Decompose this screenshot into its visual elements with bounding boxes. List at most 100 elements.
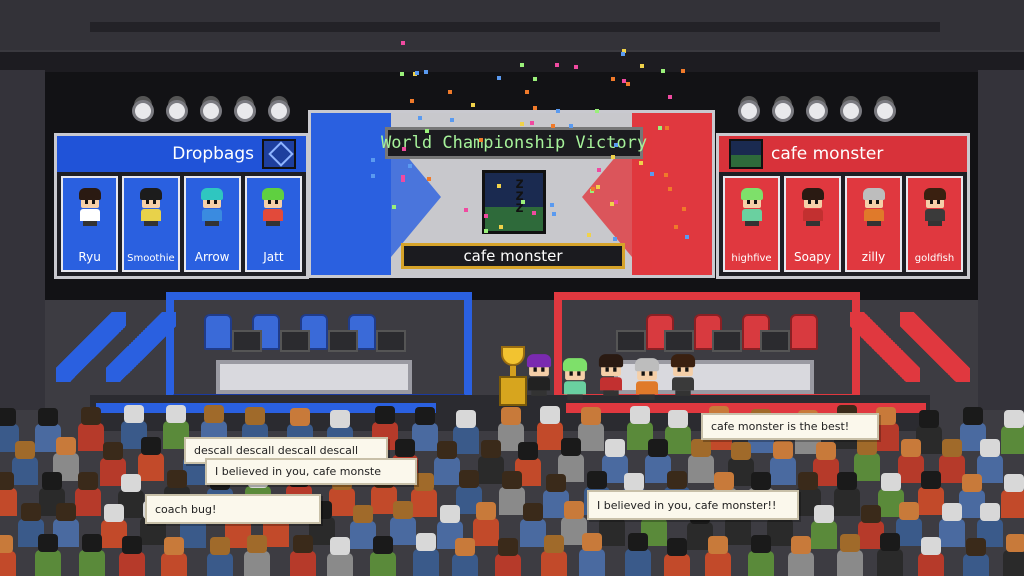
monitor <box>712 330 742 352</box>
confetti-piece <box>681 69 686 74</box>
confetti-piece <box>409 98 414 103</box>
player-name: Ryu <box>78 250 101 264</box>
team-header: Dropbags <box>57 136 306 172</box>
confetti-piece <box>484 228 489 233</box>
confetti-piece <box>408 164 413 169</box>
chat-bubble: I believed in you, cafe monster!! <box>587 490 799 520</box>
confetti-piece <box>555 62 560 67</box>
crowd-fan <box>834 472 860 516</box>
monitor <box>328 330 358 352</box>
player-card: highfive <box>723 176 780 272</box>
crowd-fan <box>290 535 316 576</box>
confetti-piece <box>478 137 483 142</box>
player-sprite <box>739 188 765 226</box>
player-name: Soapy <box>793 250 832 264</box>
player-sprite <box>597 354 626 396</box>
player-card: Ryu <box>61 176 119 272</box>
confetti-piece <box>423 69 428 74</box>
trophy-icon <box>499 346 527 406</box>
monitor <box>664 330 694 352</box>
confetti-piece <box>483 214 488 219</box>
player-sprite <box>77 188 103 226</box>
monitor <box>616 330 646 352</box>
confetti-piece <box>595 109 600 114</box>
player-card: goldfish <box>906 176 963 272</box>
crowd-fan <box>541 535 567 576</box>
confetti-piece <box>463 207 468 212</box>
confetti-piece <box>551 123 556 128</box>
monitor <box>232 330 262 352</box>
player-name: Jatt <box>263 250 284 264</box>
player-name: Arrow <box>194 250 230 264</box>
crowd-fan <box>370 536 396 576</box>
confetti-piece <box>470 103 475 108</box>
stage-light-icon <box>132 100 154 122</box>
player-name: goldfish <box>914 253 955 264</box>
confetti-piece <box>530 120 535 125</box>
confetti-piece <box>664 125 669 130</box>
confetti-piece <box>638 160 643 165</box>
player-card: Smoothie <box>122 176 180 272</box>
player-card: zilly <box>845 176 902 272</box>
confetti-piece <box>596 168 601 173</box>
confetti-piece <box>681 206 686 211</box>
player-sprite <box>861 188 887 226</box>
crowd-fan <box>664 538 690 576</box>
confetti-piece <box>569 124 574 129</box>
confetti-piece <box>417 115 422 120</box>
crowd-fan <box>495 538 521 576</box>
confetti-piece <box>586 233 591 238</box>
confetti-piece <box>611 76 616 81</box>
victory-scoreboard: World Championship Victory zzz cafe mons… <box>308 110 715 278</box>
stage-light-icon <box>200 100 222 122</box>
team-board-dropbags: Dropbags Ryu Smoothie Arrow Jatt <box>54 133 309 279</box>
player-sprite <box>633 358 662 400</box>
confetti-piece <box>425 129 430 133</box>
confetti-piece <box>661 69 666 74</box>
confetti-piece <box>520 62 525 67</box>
crowd-fan <box>0 472 17 516</box>
stage-light-icon <box>806 100 828 122</box>
confetti-piece <box>610 155 615 160</box>
confetti-piece <box>614 143 619 148</box>
crowd-fan <box>1003 534 1024 576</box>
stage-light-icon <box>772 100 794 122</box>
victory-title: World Championship Victory <box>381 127 647 159</box>
team-name: cafe monster <box>771 144 884 164</box>
chat-bubble: cafe monster is the best! <box>701 413 879 440</box>
confetti-piece <box>667 95 672 100</box>
crowd-fan <box>1001 410 1024 454</box>
gaming-chair <box>790 314 818 350</box>
crowd-fan <box>161 537 187 576</box>
confetti-piece <box>658 126 663 131</box>
player-name: zilly <box>861 250 886 264</box>
crowd-fan <box>705 536 731 576</box>
crowd-fan <box>207 537 233 576</box>
player-sprite <box>260 188 286 226</box>
player-sprite <box>922 188 948 226</box>
winner-name: cafe monster <box>401 243 625 269</box>
stage-light-icon <box>166 100 188 122</box>
confetti-piece <box>449 117 454 122</box>
player-sprite <box>800 188 826 226</box>
left-wall <box>0 70 45 410</box>
confetti-piece <box>520 121 525 126</box>
chat-bubble: coach bug! <box>145 494 321 524</box>
right-wall <box>978 70 1024 410</box>
stage-light-icon <box>874 100 896 122</box>
confetti-piece <box>520 200 525 205</box>
gaming-chair <box>204 314 232 350</box>
confetti-piece <box>673 224 678 229</box>
monitor <box>376 330 406 352</box>
confetti-piece <box>573 64 578 69</box>
player-sprite <box>561 358 590 400</box>
confetti-piece <box>414 71 419 76</box>
confetti-piece <box>595 185 600 190</box>
crowd-fan <box>0 535 16 576</box>
confetti-piece <box>613 236 618 241</box>
confetti-piece <box>496 184 501 189</box>
confetti-piece <box>614 200 619 205</box>
crowd-fan <box>452 538 478 576</box>
monitor <box>280 330 310 352</box>
player-sprite <box>525 354 554 396</box>
